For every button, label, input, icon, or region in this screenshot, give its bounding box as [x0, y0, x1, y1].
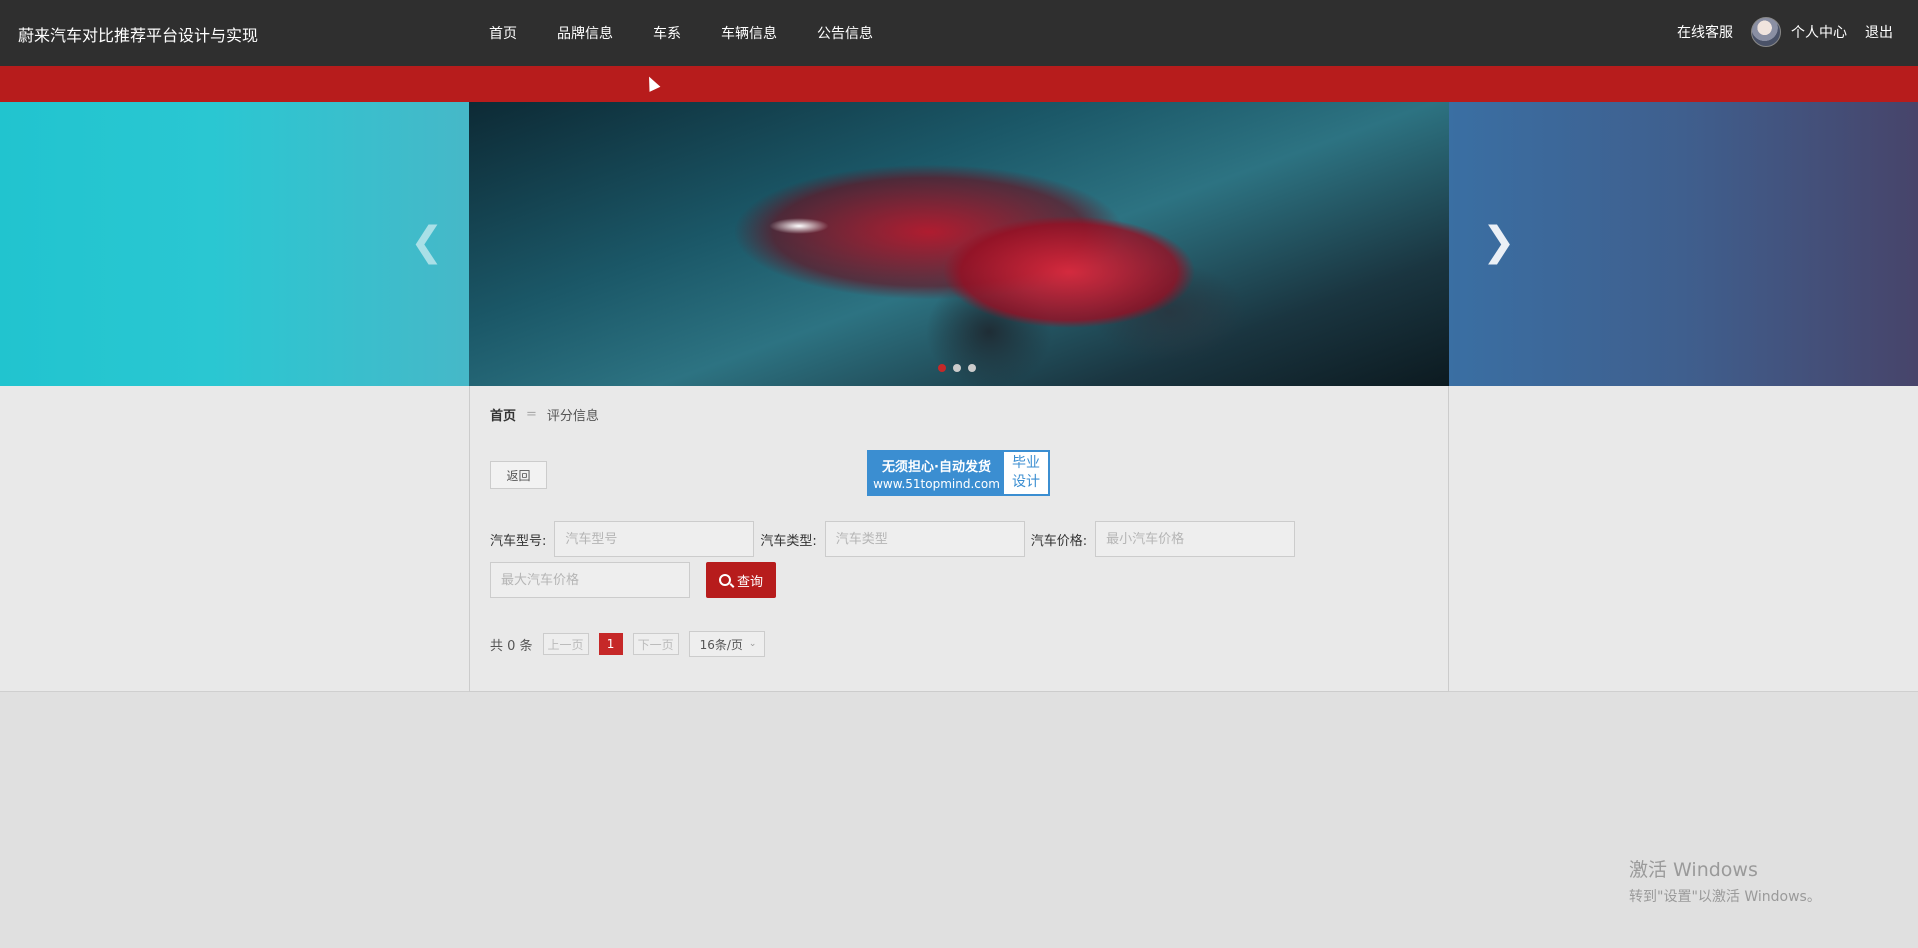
- model-input[interactable]: [554, 521, 755, 557]
- chevron-right-icon[interactable]: ❯: [1482, 222, 1516, 262]
- promo-line-2: www.51topmind.com: [873, 477, 1000, 491]
- max-price-input[interactable]: [490, 562, 690, 598]
- nav-home[interactable]: 首页: [489, 23, 517, 43]
- type-label: 汽车类型:: [760, 533, 817, 549]
- page-size-value: 16条/页: [699, 637, 743, 652]
- type-input[interactable]: [824, 521, 1025, 557]
- query-button[interactable]: 查询: [706, 562, 776, 598]
- promo-badge-line-2: 设计: [1012, 474, 1040, 490]
- chevron-down-icon: ⌄: [748, 639, 757, 649]
- search-form-row-2: 查询: [490, 562, 776, 598]
- nav-series[interactable]: 车系: [653, 23, 681, 43]
- breadcrumb-current: 评分信息: [546, 409, 599, 424]
- carousel-dot-1[interactable]: [938, 364, 946, 372]
- promo-text: 无须担心·自动发货 www.51topmind.com: [869, 452, 1004, 494]
- model-label: 汽车型号:: [490, 533, 547, 549]
- search-form-row-1: 汽车型号: 汽车类型: 汽车价格:: [490, 521, 1301, 557]
- page-size-select[interactable]: 16条/页 ⌄: [688, 631, 766, 657]
- main-nav: 首页 品牌信息 车系 车辆信息 公告信息: [489, 23, 913, 43]
- logout-link[interactable]: 退出: [1865, 22, 1893, 42]
- back-button[interactable]: 返回: [490, 461, 547, 489]
- next-page-button[interactable]: 下一页: [632, 633, 679, 655]
- carousel-prev-slide-peek: [0, 102, 469, 386]
- page-number-1[interactable]: 1: [598, 633, 623, 655]
- nav-vehicle-info[interactable]: 车辆信息: [721, 23, 777, 43]
- carousel-dot-3[interactable]: [968, 364, 976, 372]
- promo-banner[interactable]: 无须担心·自动发货 www.51topmind.com 毕业 设计: [867, 450, 1050, 496]
- promo-line-1: 无须担心·自动发货: [882, 460, 991, 475]
- price-label: 汽车价格:: [1030, 533, 1088, 549]
- carousel-slide-car[interactable]: [469, 102, 1449, 386]
- content-panel: 首页 = 评分信息 返回 无须担心·自动发货 www.51topmind.com…: [469, 386, 1449, 692]
- profile-link[interactable]: 个人中心: [1791, 22, 1847, 42]
- chevron-left-icon[interactable]: ❮: [410, 222, 444, 262]
- promo-badge: 毕业 设计: [1004, 452, 1048, 494]
- pagination: 共 0 条 上一页 1 下一页 16条/页 ⌄: [490, 631, 766, 657]
- carousel-indicators: [938, 364, 976, 372]
- watermark-line-1: 激活 Windows: [1629, 859, 1758, 881]
- windows-activation-watermark: 激活 Windows 转到"设置"以激活 Windows。: [1629, 855, 1821, 906]
- carousel-next-slide-peek: [1449, 102, 1918, 386]
- watermark-line-2: 转到"设置"以激活 Windows。: [1629, 889, 1821, 905]
- promo-badge-line-1: 毕业: [1012, 455, 1040, 471]
- prev-page-button[interactable]: 上一页: [542, 633, 589, 655]
- user-menu: 在线客服 个人中心 退出: [1677, 17, 1893, 47]
- query-button-label: 查询: [736, 573, 763, 589]
- nav-announcements[interactable]: 公告信息: [817, 23, 873, 43]
- total-count: 共 0 条: [490, 638, 533, 654]
- min-price-input[interactable]: [1095, 521, 1296, 557]
- online-service-link[interactable]: 在线客服: [1677, 22, 1733, 42]
- banner-carousel: ❮ ❯: [0, 102, 1918, 386]
- top-navbar: 蔚来汽车对比推荐平台设计与实现 首页 品牌信息 车系 车辆信息 公告信息 在线客…: [0, 0, 1918, 66]
- breadcrumb: 首页 = 评分信息: [490, 405, 599, 424]
- avatar[interactable]: [1751, 17, 1781, 47]
- carousel-dot-2[interactable]: [953, 364, 961, 372]
- breadcrumb-separator: =: [526, 407, 537, 422]
- breadcrumb-home[interactable]: 首页: [490, 405, 516, 424]
- accent-strip: [0, 66, 1918, 102]
- search-icon: [718, 574, 731, 586]
- car-headlights: [769, 218, 829, 234]
- nav-brand-info[interactable]: 品牌信息: [557, 23, 613, 43]
- site-title: 蔚来汽车对比推荐平台设计与实现: [18, 26, 259, 45]
